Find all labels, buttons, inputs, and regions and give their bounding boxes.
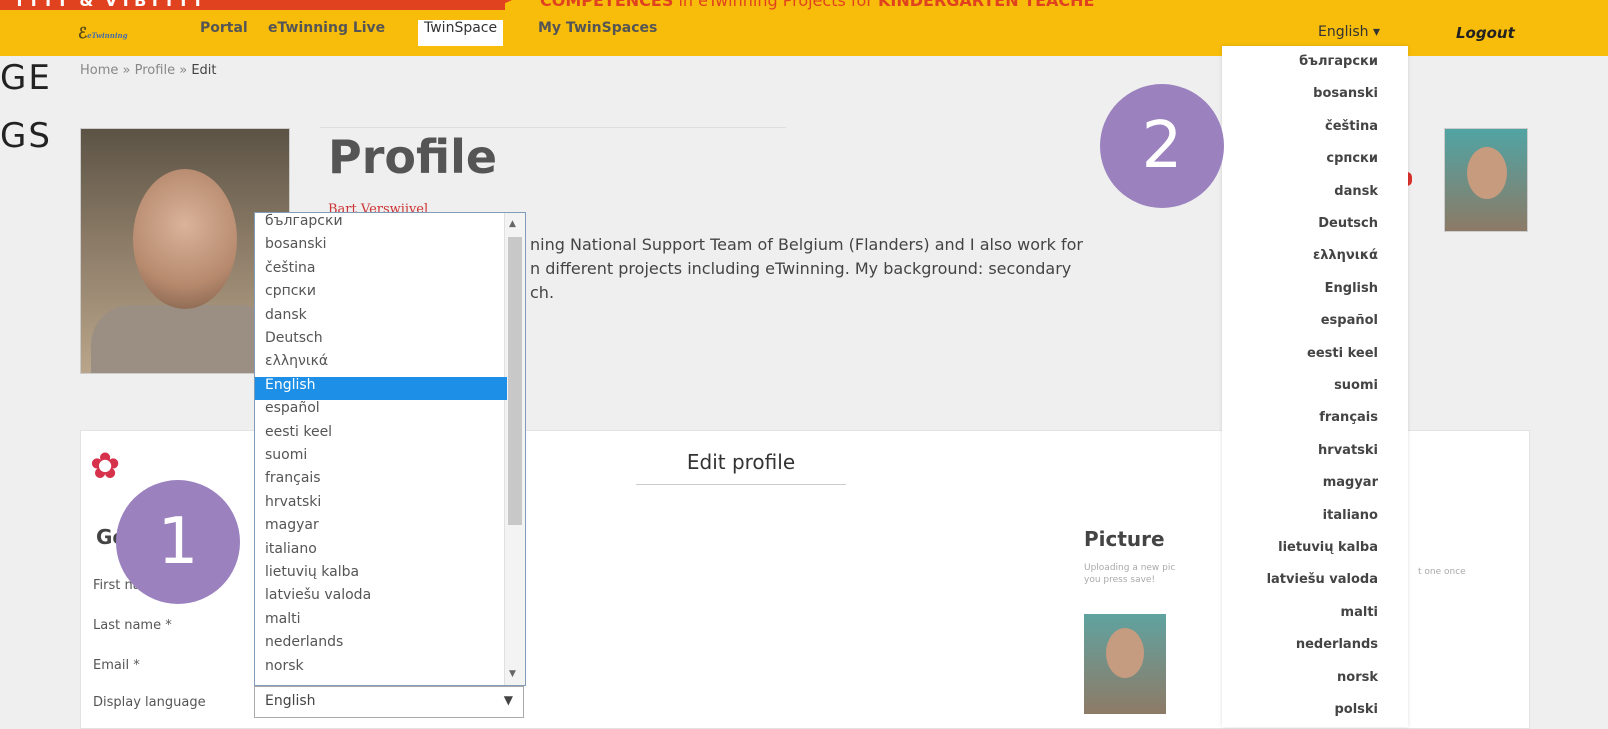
- language-menu-item[interactable]: bosanski: [1313, 86, 1378, 101]
- breadcrumb-sep: »: [179, 63, 188, 78]
- breadcrumb-home[interactable]: Home: [80, 63, 118, 78]
- banner-arrow: [490, 0, 512, 10]
- chevron-down-icon: ▼: [503, 693, 513, 707]
- language-menu-item[interactable]: ελληνικά: [1313, 248, 1378, 263]
- step-badge-2: 2: [1100, 84, 1224, 208]
- language-menu-item[interactable]: lietuvių kalba: [1278, 540, 1378, 555]
- picture-heading: Picture: [1084, 527, 1165, 551]
- picture-note-end: you press save!: [1084, 575, 1156, 585]
- photo-shirt: [91, 305, 279, 373]
- breadcrumb-profile[interactable]: Profile: [135, 63, 175, 78]
- picture-note: Uploading a new pic you press save!: [1084, 562, 1224, 586]
- language-menu-item[interactable]: latviešu valoda: [1267, 572, 1378, 587]
- slide-banner: TTTT & VTBTTTT: [0, 0, 505, 10]
- dropdown-option[interactable]: suomi: [255, 447, 507, 470]
- language-menu: български bosanski čeština српски dansk Deuts…: [1222, 46, 1408, 727]
- dropdown-option[interactable]: magyar: [255, 517, 507, 540]
- banner-left-text: TTTT & VTBTTTT: [14, 0, 207, 10]
- dropdown-scrollbar[interactable]: ▲ ▼: [504, 213, 525, 685]
- nav-portal[interactable]: Portal: [194, 20, 254, 46]
- language-menu-item[interactable]: español: [1321, 313, 1378, 328]
- nav-my-twinspaces[interactable]: My TwinSpaces: [532, 20, 663, 46]
- logout-link[interactable]: Logout: [1456, 24, 1515, 42]
- breadcrumb-sep: »: [122, 63, 131, 78]
- display-language-label: Display language: [93, 695, 206, 710]
- gear-icon: ✿: [90, 446, 121, 487]
- dropdown-option[interactable]: norsk: [255, 658, 507, 681]
- user-avatar[interactable]: [1444, 128, 1528, 232]
- picture-note-text: Uploading a new pic: [1084, 563, 1176, 573]
- thumb-face: [1106, 628, 1144, 678]
- language-selector[interactable]: English ▾: [1318, 24, 1380, 40]
- language-menu-item[interactable]: magyar: [1323, 475, 1378, 490]
- language-menu-item[interactable]: dansk: [1334, 184, 1378, 199]
- edit-profile-heading: Edit profile: [686, 450, 796, 474]
- nav-twinspace[interactable]: TwinSpace: [418, 20, 504, 46]
- scroll-up-icon[interactable]: ▲: [509, 219, 516, 229]
- heading-divider: [636, 484, 846, 485]
- language-menu-item[interactable]: Deutsch: [1318, 216, 1378, 231]
- etwinning-logo[interactable]: ℰeTwinning: [78, 24, 128, 42]
- dropdown-option[interactable]: српски: [255, 283, 507, 306]
- display-language-select[interactable]: English ▼: [254, 686, 524, 718]
- slide-text-line2: GS: [0, 116, 52, 156]
- page-title: Profile: [328, 130, 498, 184]
- dropdown-option[interactable]: dansk: [255, 307, 507, 330]
- bio-line: ning National Support Team of Belgium (F…: [530, 235, 1083, 254]
- language-menu-item[interactable]: eesti keel: [1307, 346, 1378, 361]
- language-menu-item[interactable]: malti: [1341, 605, 1378, 620]
- language-menu-item[interactable]: български: [1299, 54, 1378, 69]
- scroll-down-icon[interactable]: ▼: [509, 669, 516, 679]
- dropdown-option[interactable]: ελληνικά: [255, 353, 507, 376]
- dropdown-option[interactable]: čeština: [255, 260, 507, 283]
- language-dropdown-list[interactable]: ▲ ▼ български bosanski čeština српски dansk D…: [254, 212, 526, 686]
- dropdown-option[interactable]: latviešu valoda: [255, 587, 507, 610]
- breadcrumb-current: Edit: [191, 63, 217, 78]
- dropdown-option[interactable]: malti: [255, 611, 507, 634]
- language-menu-item[interactable]: nederlands: [1296, 637, 1378, 652]
- language-menu-item[interactable]: italiano: [1323, 508, 1378, 523]
- dropdown-option[interactable]: Deutsch: [255, 330, 507, 353]
- picture-thumbnail[interactable]: [1084, 614, 1166, 714]
- slide-text-line1: GE: [0, 58, 52, 98]
- dropdown-option[interactable]: español: [255, 400, 507, 423]
- dropdown-option[interactable]: български: [255, 213, 507, 236]
- picture-note-right: t one once: [1418, 567, 1466, 577]
- dropdown-option[interactable]: hrvatski: [255, 494, 507, 517]
- dropdown-option[interactable]: français: [255, 470, 507, 493]
- select-value: English: [265, 693, 316, 709]
- language-menu-item[interactable]: English: [1325, 281, 1378, 296]
- language-menu-item[interactable]: polski: [1334, 702, 1378, 717]
- banner-mid: in eTwinning Projects for: [673, 0, 878, 10]
- language-menu-item[interactable]: српски: [1326, 151, 1378, 166]
- banner-prefix: COMPETENCES: [540, 0, 674, 10]
- avatar-face: [1467, 147, 1507, 199]
- breadcrumb: Home » Profile » Edit: [80, 63, 217, 78]
- bio-line: n different projects including eTwinning…: [530, 259, 1072, 278]
- scroll-thumb[interactable]: [508, 237, 522, 525]
- last-name-label: Last name *: [93, 618, 172, 633]
- email-label: Email *: [93, 658, 140, 673]
- dropdown-option[interactable]: lietuvių kalba: [255, 564, 507, 587]
- banner-title: COMPETENCES in eTwinning Projects for KI…: [540, 0, 1094, 10]
- language-menu-item[interactable]: čeština: [1325, 119, 1378, 134]
- photo-face: [133, 169, 237, 309]
- bio-line: ch.: [530, 283, 555, 302]
- dropdown-option[interactable]: nederlands: [255, 634, 507, 657]
- dropdown-option[interactable]: eesti keel: [255, 424, 507, 447]
- step-badge-1: 1: [116, 480, 240, 604]
- language-menu-item[interactable]: français: [1319, 410, 1378, 425]
- banner-suffix: KINDERGARTEN TEACHE: [877, 0, 1095, 10]
- language-menu-item[interactable]: norsk: [1337, 670, 1378, 685]
- language-menu-item[interactable]: suomi: [1334, 378, 1378, 393]
- dropdown-option[interactable]: italiano: [255, 541, 507, 564]
- title-divider: [320, 127, 786, 128]
- language-menu-item[interactable]: hrvatski: [1318, 443, 1378, 458]
- dropdown-option[interactable]: bosanski: [255, 236, 507, 259]
- nav-etwinning-live[interactable]: eTwinning Live: [262, 20, 391, 46]
- dropdown-option[interactable]: English: [255, 376, 507, 400]
- profile-bio: ning National Support Team of Belgium (F…: [530, 233, 1170, 305]
